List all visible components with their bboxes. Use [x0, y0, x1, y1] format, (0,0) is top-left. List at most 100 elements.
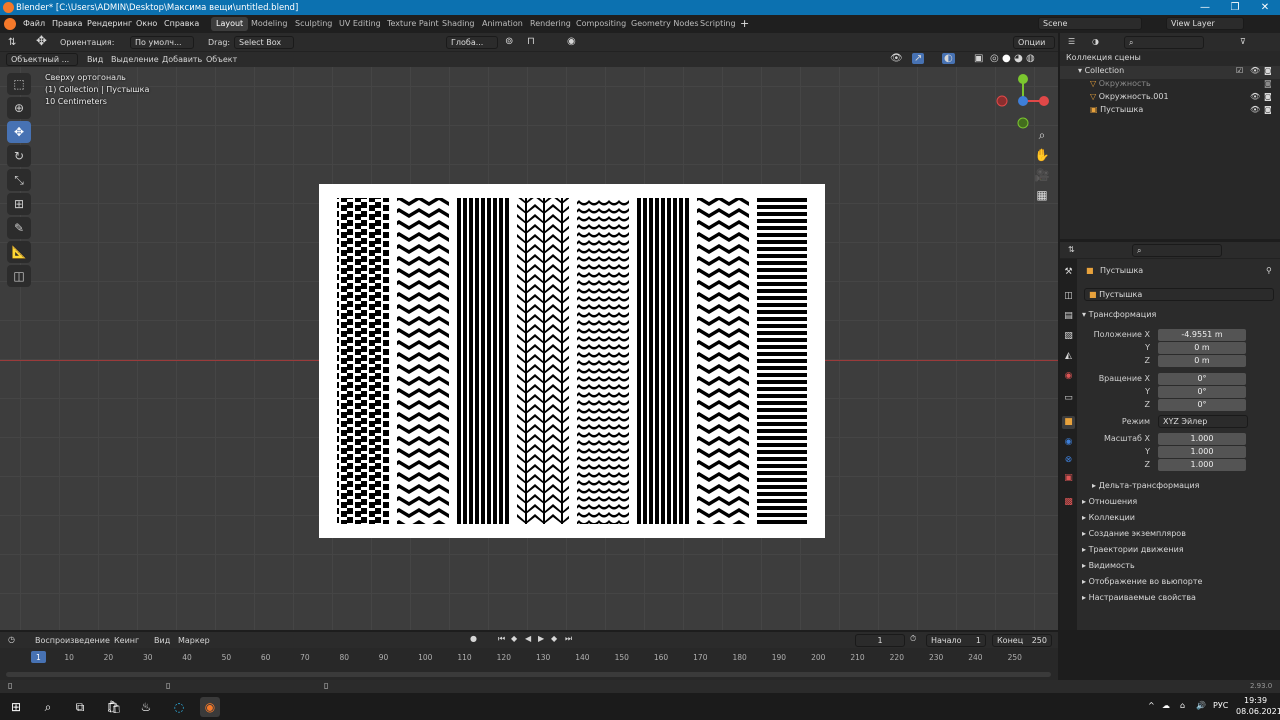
tab-shading[interactable]: Shading — [437, 17, 480, 31]
outliner-object-row[interactable]: ▽ Окружность ◙ — [1060, 79, 1280, 92]
blender-menu-icon[interactable] — [4, 18, 16, 30]
jump-start-icon[interactable]: ⏮ — [498, 634, 505, 644]
tab-scripting[interactable]: Scripting — [695, 17, 741, 31]
rotation-y-field[interactable]: 0° — [1158, 386, 1246, 398]
collection-eye-icon[interactable]: 👁 — [1250, 66, 1260, 75]
pan-hand-icon[interactable]: ✋ — [1033, 148, 1051, 166]
menu-object[interactable]: Объект — [206, 55, 237, 64]
add-workspace-button[interactable]: + — [740, 17, 749, 30]
drag-dropdown[interactable]: Select Box — [234, 36, 294, 49]
outliner-editor-icon[interactable]: ☰ — [1068, 37, 1075, 46]
pin-icon[interactable]: ⚲ — [1266, 266, 1272, 275]
menu-file[interactable]: Файл — [23, 19, 45, 28]
stopwatch-icon[interactable]: ⏱ — [910, 634, 916, 644]
menu-add[interactable]: Добавить — [162, 55, 202, 64]
navigation-gizmo[interactable] — [996, 73, 1052, 129]
camera-icon[interactable]: 🎥 — [1033, 168, 1051, 186]
rendered-shading-icon[interactable]: ◍ — [1026, 53, 1035, 64]
object-camera-icon[interactable]: ◙ — [1264, 92, 1272, 101]
volume-icon[interactable]: 🔊 — [1196, 701, 1206, 710]
add-cube-tool-icon[interactable]: ◫ — [7, 265, 31, 287]
visibility-icon[interactable]: 👁 — [890, 53, 903, 64]
render-tab-icon[interactable]: ◫ — [1062, 290, 1075, 303]
cursor-tool-icon[interactable]: ⊕ — [7, 97, 31, 119]
annotate-tool-icon[interactable]: ✎ — [7, 217, 31, 239]
scale-x-field[interactable]: 1.000 — [1158, 433, 1246, 445]
menu-timeline-view[interactable]: Вид — [154, 636, 170, 645]
scale-y-field[interactable]: 1.000 — [1158, 446, 1246, 458]
rotation-x-field[interactable]: 0° — [1158, 373, 1246, 385]
scale-z-field[interactable]: 1.000 — [1158, 459, 1246, 471]
current-frame-field[interactable]: 1 — [855, 634, 905, 647]
scale-tool-icon[interactable]: ⤡ — [7, 169, 31, 191]
edge-icon[interactable]: ◌ — [169, 697, 189, 717]
object-camera-icon[interactable]: ◙ — [1264, 105, 1272, 114]
rotation-z-field[interactable]: 0° — [1158, 399, 1246, 411]
view-layer-selector[interactable]: View Layer — [1166, 17, 1244, 30]
motion-paths-section[interactable]: ▸ Траектории движения — [1082, 545, 1184, 554]
menu-edit[interactable]: Правка — [52, 19, 82, 28]
tab-geometry-nodes[interactable]: Geometry Nodes — [626, 17, 703, 31]
pivot-icon[interactable]: ⊚ — [505, 36, 513, 47]
custom-properties-section[interactable]: ▸ Настраиваемые свойства — [1082, 593, 1196, 602]
minimize-button[interactable]: — — [1190, 0, 1220, 15]
display-mode-icon[interactable]: ◑ — [1092, 37, 1099, 46]
delta-transform-section[interactable]: ▸ Дельта-трансформация — [1092, 481, 1200, 490]
collection-checkbox-icon[interactable]: ☑ — [1236, 66, 1243, 75]
windows-start-icon[interactable]: ⊞ — [6, 697, 26, 717]
location-y-field[interactable]: 0 m — [1158, 342, 1246, 354]
task-view-icon[interactable]: ⧉ — [70, 697, 90, 717]
tab-layout[interactable]: Layout — [211, 17, 249, 31]
menu-help[interactable]: Справка — [164, 19, 199, 28]
tab-sculpting[interactable]: Sculpting — [290, 17, 337, 31]
clock-date[interactable]: 08.06.2021 — [1236, 707, 1280, 716]
select-box-tool-icon[interactable]: ⬚ — [7, 73, 31, 95]
tab-rendering[interactable]: Rendering — [525, 17, 576, 31]
play-icon[interactable]: ▶ — [538, 634, 544, 643]
menu-render[interactable]: Рендеринг — [87, 19, 132, 28]
move-tool-icon[interactable]: ✥ — [7, 121, 31, 143]
visibility-section[interactable]: ▸ Видимость — [1082, 561, 1135, 570]
outliner-collection-row[interactable]: ▾ Collection ☑ 👁 ◙ — [1060, 66, 1280, 79]
perspective-grid-icon[interactable]: ▦ — [1033, 188, 1051, 206]
menu-keying[interactable]: Кеинг — [114, 636, 139, 645]
menu-playback[interactable]: Воспроизведение — [35, 636, 110, 645]
output-tab-icon[interactable]: ▤ — [1062, 310, 1075, 323]
xray-icon[interactable]: ▣ — [974, 53, 983, 64]
location-z-field[interactable]: 0 m — [1158, 355, 1246, 367]
texture-tab-icon[interactable]: ▩ — [1062, 496, 1075, 509]
data-tab-icon[interactable]: ▣ — [1062, 472, 1075, 485]
rotate-tool-icon[interactable]: ↻ — [7, 145, 31, 167]
menu-view[interactable]: Вид — [87, 55, 103, 64]
move-tool-icon[interactable]: ✥ — [36, 34, 47, 49]
viewport-display-section[interactable]: ▸ Отображение во вьюпорте — [1082, 577, 1202, 586]
solid-shading-icon[interactable]: ● — [1002, 53, 1011, 64]
object-eye-icon[interactable]: 👁 — [1250, 105, 1260, 114]
tab-compositing[interactable]: Compositing — [571, 17, 631, 31]
menu-marker[interactable]: Маркер — [178, 636, 210, 645]
next-keyframe-icon[interactable]: ◆ — [551, 634, 557, 643]
record-icon[interactable]: ● — [470, 634, 477, 643]
tool-tab-icon[interactable]: ⚒ — [1062, 266, 1075, 279]
timeline-scrollbar[interactable] — [6, 672, 1051, 677]
properties-editor-icon[interactable]: ⇅ — [1068, 245, 1075, 254]
object-eye-icon[interactable]: 👁 — [1250, 92, 1260, 101]
relations-section[interactable]: ▸ Отношения — [1082, 497, 1137, 506]
overlay-toggle-icon[interactable]: ◐ — [942, 53, 955, 64]
tire-tread-reference-image[interactable] — [319, 184, 825, 538]
measure-tool-icon[interactable]: 📐 — [7, 241, 31, 263]
filter-icon[interactable]: ⊽ — [1240, 37, 1246, 46]
search-icon[interactable]: ⌕ — [38, 697, 58, 717]
collections-section[interactable]: ▸ Коллекции — [1082, 513, 1135, 522]
tab-animation[interactable]: Animation — [477, 17, 528, 31]
instancing-section[interactable]: ▸ Создание экземпляров — [1082, 529, 1186, 538]
wireframe-shading-icon[interactable]: ◎ — [990, 53, 999, 64]
network-icon[interactable]: ⌂ — [1180, 701, 1185, 710]
outliner-object-row[interactable]: ▽ Окружность.001 👁 ◙ — [1060, 92, 1280, 105]
mode-dropdown[interactable]: Объектный ... — [6, 53, 78, 66]
tab-uv-editing[interactable]: UV Editing — [334, 17, 386, 31]
store-icon[interactable]: 🛍 — [104, 697, 124, 717]
language-indicator[interactable]: РУС — [1213, 701, 1228, 710]
steam-icon[interactable]: ♨ — [136, 697, 156, 717]
orientation-dropdown[interactable]: По умолч... — [130, 36, 194, 49]
